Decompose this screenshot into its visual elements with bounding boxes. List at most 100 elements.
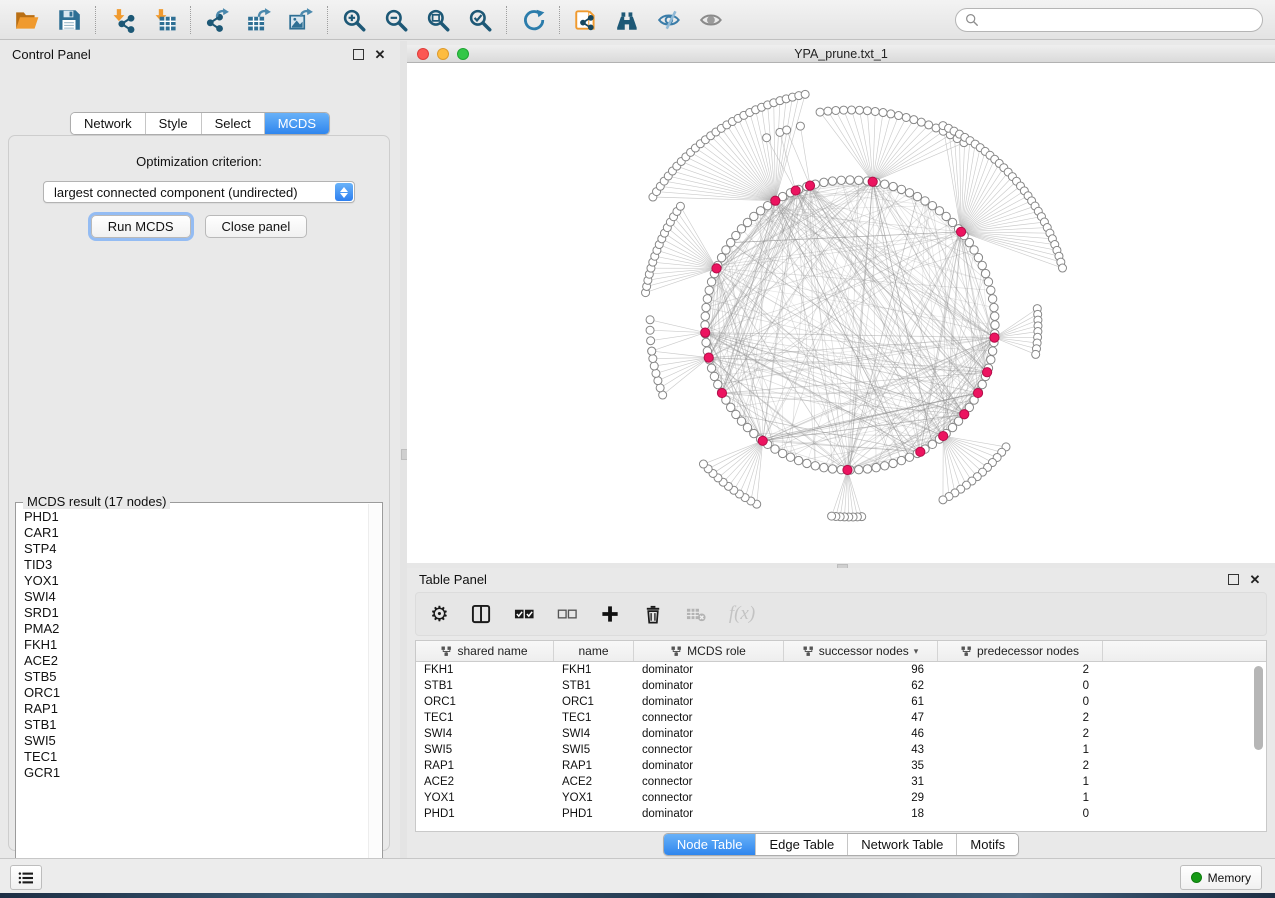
mcds-hub-node[interactable] bbox=[983, 368, 992, 377]
search-input[interactable] bbox=[984, 12, 1253, 28]
network-node[interactable] bbox=[702, 303, 710, 311]
mcds-result-item[interactable]: FKH1 bbox=[24, 637, 382, 653]
column-header-name[interactable]: name bbox=[554, 641, 634, 661]
network-node[interactable] bbox=[978, 261, 986, 269]
network-node[interactable] bbox=[988, 347, 996, 355]
mcds-hub-node[interactable] bbox=[868, 177, 877, 186]
network-node[interactable] bbox=[726, 403, 734, 411]
network-node[interactable] bbox=[714, 380, 722, 388]
mcds-result-item[interactable]: PHD1 bbox=[24, 509, 382, 525]
network-node[interactable] bbox=[917, 118, 925, 126]
network-node[interactable] bbox=[974, 253, 982, 261]
show-panels-list-button[interactable] bbox=[10, 865, 42, 890]
network-node[interactable] bbox=[1032, 350, 1040, 358]
network-node[interactable] bbox=[778, 449, 786, 457]
control-panel-float-icon[interactable] bbox=[350, 46, 366, 62]
add-column-icon[interactable] bbox=[600, 600, 621, 628]
network-node[interactable] bbox=[970, 246, 978, 254]
network-node[interactable] bbox=[786, 453, 794, 461]
zoom-selected-icon[interactable] bbox=[459, 3, 501, 37]
memory-button[interactable]: Memory bbox=[1180, 865, 1262, 890]
zoom-fit-icon[interactable] bbox=[417, 3, 459, 37]
mcds-result-item[interactable]: ACE2 bbox=[24, 653, 382, 669]
network-node[interactable] bbox=[879, 109, 887, 117]
network-node[interactable] bbox=[863, 465, 871, 473]
network-node[interactable] bbox=[646, 326, 654, 334]
save-session-icon[interactable] bbox=[48, 3, 90, 37]
network-node[interactable] bbox=[887, 110, 895, 118]
select-columns-icon[interactable] bbox=[471, 600, 492, 628]
network-node[interactable] bbox=[863, 107, 871, 115]
delete-rows-trash-icon[interactable] bbox=[643, 600, 664, 628]
column-header-MCDS-role[interactable]: MCDS role bbox=[634, 641, 784, 661]
network-node[interactable] bbox=[855, 176, 863, 184]
mcds-hub-node[interactable] bbox=[939, 431, 948, 440]
deselect-all-rows-icon[interactable] bbox=[557, 600, 578, 628]
network-node[interactable] bbox=[897, 456, 905, 464]
network-node[interactable] bbox=[939, 496, 947, 504]
network-node[interactable] bbox=[811, 462, 819, 470]
vertical-splitter[interactable] bbox=[400, 41, 407, 858]
mcds-hub-node[interactable] bbox=[717, 388, 726, 397]
mcds-result-scrollbar[interactable] bbox=[368, 504, 381, 872]
network-node[interactable] bbox=[820, 178, 828, 186]
hide-graphics-details-icon[interactable] bbox=[649, 3, 691, 37]
network-node[interactable] bbox=[649, 355, 657, 363]
mcds-hub-node[interactable] bbox=[916, 447, 925, 456]
zoom-out-icon[interactable] bbox=[375, 3, 417, 37]
network-node[interactable] bbox=[984, 278, 992, 286]
table-scrollbar-thumb[interactable] bbox=[1254, 666, 1263, 750]
mcds-hub-node[interactable] bbox=[771, 196, 780, 205]
import-network-icon[interactable] bbox=[101, 3, 143, 37]
mcds-result-item[interactable]: TEC1 bbox=[24, 749, 382, 765]
network-node[interactable] bbox=[722, 246, 730, 254]
network-node[interactable] bbox=[978, 380, 986, 388]
network-node[interactable] bbox=[840, 106, 848, 114]
mcds-hub-node[interactable] bbox=[701, 328, 710, 337]
tab-edge-table[interactable]: Edge Table bbox=[755, 834, 847, 855]
network-node[interactable] bbox=[981, 269, 989, 277]
table-row[interactable]: YOX1YOX1connector291 bbox=[416, 790, 1266, 806]
network-node[interactable] bbox=[905, 453, 913, 461]
network-node[interactable] bbox=[832, 106, 840, 114]
search-binoculars-icon[interactable] bbox=[607, 3, 649, 37]
network-node[interactable] bbox=[828, 465, 836, 473]
network-node[interactable] bbox=[990, 303, 998, 311]
network-node[interactable] bbox=[889, 459, 897, 467]
mcds-result-item[interactable]: SWI5 bbox=[24, 733, 382, 749]
show-graphics-details-icon[interactable] bbox=[691, 3, 733, 37]
network-node[interactable] bbox=[1059, 264, 1067, 272]
mcds-hub-node[interactable] bbox=[843, 465, 852, 474]
table-row[interactable]: STB1STB1dominator620 bbox=[416, 678, 1266, 694]
open-session-icon[interactable] bbox=[6, 3, 48, 37]
mcds-hub-node[interactable] bbox=[973, 388, 982, 397]
table-scrollbar[interactable] bbox=[1253, 664, 1264, 827]
network-node[interactable] bbox=[707, 278, 715, 286]
network-node[interactable] bbox=[710, 372, 718, 380]
mcds-result-item[interactable]: STB5 bbox=[24, 669, 382, 685]
network-node[interactable] bbox=[803, 459, 811, 467]
export-table-icon[interactable] bbox=[238, 3, 280, 37]
network-node[interactable] bbox=[902, 113, 910, 121]
mcds-hub-node[interactable] bbox=[712, 264, 721, 273]
network-view-canvas[interactable] bbox=[407, 63, 1275, 563]
zoom-in-icon[interactable] bbox=[333, 3, 375, 37]
network-node[interactable] bbox=[905, 189, 913, 197]
mcds-result-item[interactable]: STP4 bbox=[24, 541, 382, 557]
tab-node-table[interactable]: Node Table bbox=[664, 834, 756, 855]
network-node[interactable] bbox=[895, 112, 903, 120]
column-header-predecessor-nodes[interactable]: predecessor nodes bbox=[938, 641, 1103, 661]
table-row[interactable]: ACE2ACE2connector311 bbox=[416, 774, 1266, 790]
network-node[interactable] bbox=[763, 134, 771, 142]
network-node[interactable] bbox=[881, 180, 889, 188]
table-row[interactable]: PHD1PHD1dominator180 bbox=[416, 806, 1266, 822]
network-node[interactable] bbox=[871, 107, 879, 115]
tab-select[interactable]: Select bbox=[201, 113, 264, 134]
network-node[interactable] bbox=[925, 121, 933, 129]
network-node[interactable] bbox=[705, 286, 713, 294]
network-node[interactable] bbox=[702, 338, 710, 346]
network-window-titlebar[interactable]: YPA_prune.txt_1 bbox=[407, 45, 1275, 63]
mcds-result-item[interactable]: RAP1 bbox=[24, 701, 382, 717]
mcds-result-item[interactable]: CAR1 bbox=[24, 525, 382, 541]
network-node[interactable] bbox=[855, 106, 863, 114]
